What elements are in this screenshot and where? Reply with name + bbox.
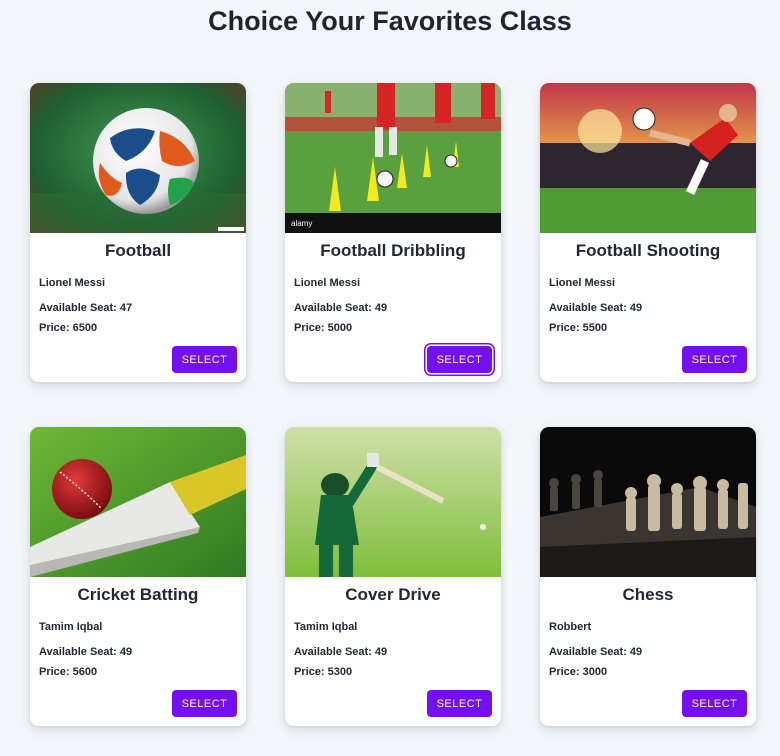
class-card: Chess Robbert Available Seat: 49 Price: …: [540, 427, 756, 726]
class-image: alamy: [285, 83, 501, 233]
class-price: Price: 5500: [549, 322, 608, 334]
class-price: Price: 3000: [549, 666, 608, 678]
class-image: [285, 427, 501, 577]
instructor-name: Lionel Messi: [39, 277, 106, 289]
class-name: Football Dribbling: [320, 241, 466, 260]
class-price: Price: 5300: [294, 666, 353, 678]
class-name: Chess: [622, 585, 674, 604]
page-title: Choice Your Favorites Class: [208, 6, 572, 36]
instructor-name: Tamim Iqbal: [294, 621, 358, 633]
select-button[interactable]: SELECT: [172, 346, 237, 373]
svg-text:alamy: alamy: [291, 219, 312, 228]
select-button[interactable]: SELECT: [172, 690, 237, 717]
class-price: Price: 5600: [39, 666, 98, 678]
dribbling-cones-image: alamy: [285, 83, 501, 233]
class-grid: Football Lionel Messi Available Seat: 47…: [30, 83, 756, 726]
class-card: Cricket Batting Tamim Iqbal Available Se…: [30, 427, 246, 726]
available-seats: Available Seat: 49: [549, 302, 643, 314]
class-name: Cricket Batting: [77, 585, 199, 604]
available-seats: Available Seat: 49: [39, 646, 133, 658]
class-image: [30, 83, 246, 233]
class-name: Football: [104, 241, 172, 260]
stadium-kick-image: [540, 83, 756, 233]
class-image: [30, 427, 246, 577]
class-price: Price: 5000: [294, 322, 353, 334]
available-seats: Available Seat: 49: [294, 302, 388, 314]
select-button[interactable]: SELECT: [682, 690, 747, 717]
available-seats: Available Seat: 49: [549, 646, 643, 658]
select-button[interactable]: SELECT: [427, 346, 492, 373]
chess-board-image: [540, 427, 756, 577]
class-card: alamy Football Dribbling Lionel Messi Av…: [285, 83, 501, 382]
instructor-name: Tamim Iqbal: [39, 621, 103, 633]
select-button[interactable]: SELECT: [682, 346, 747, 373]
class-card: Football Lionel Messi Available Seat: 47…: [30, 83, 246, 382]
class-card: Cover Drive Tamim Iqbal Available Seat: …: [285, 427, 501, 726]
soccer-ball-image: [30, 83, 246, 233]
class-card: Football Shooting Lionel Messi Available…: [540, 83, 756, 382]
available-seats: Available Seat: 47: [39, 302, 133, 314]
class-name: Football Shooting: [575, 241, 721, 260]
class-image: [540, 83, 756, 233]
batsman-drive-image: [285, 427, 501, 577]
class-image: [540, 427, 756, 577]
select-button[interactable]: SELECT: [427, 690, 492, 717]
instructor-name: Lionel Messi: [549, 277, 616, 289]
class-price: Price: 6500: [39, 322, 98, 334]
class-name: Cover Drive: [345, 585, 441, 604]
instructor-name: Lionel Messi: [294, 277, 361, 289]
cricket-bat-ball-image: [30, 427, 246, 577]
available-seats: Available Seat: 49: [294, 646, 388, 658]
instructor-name: Robbert: [549, 621, 592, 633]
